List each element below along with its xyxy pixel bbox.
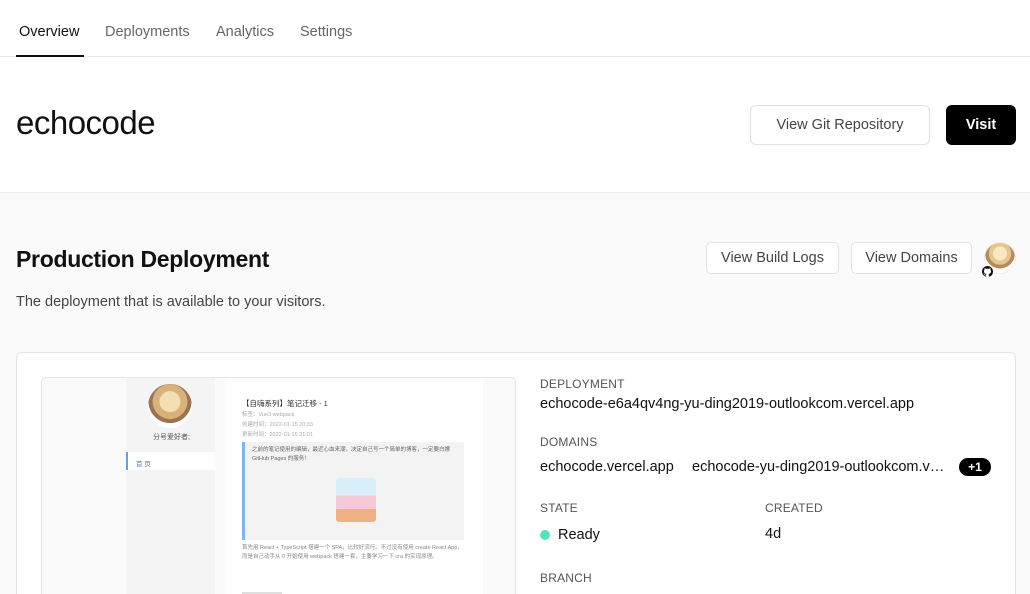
tab-deployments[interactable]: Deployments bbox=[105, 24, 190, 40]
deployment-preview[interactable]: 分号爱好者; 首 页 【自嗨系列】笔记迁移 - 1 标签：Vue3 webpac… bbox=[41, 377, 516, 594]
branch-label: BRANCH bbox=[540, 571, 592, 585]
created-label: CREATED bbox=[765, 501, 823, 515]
tab-overview[interactable]: Overview bbox=[19, 24, 79, 40]
domain-link-secondary[interactable]: echocode-yu-ding2019-outlookcom.vercel.a… bbox=[692, 459, 950, 475]
domains-label: DOMAINS bbox=[540, 435, 598, 449]
view-domains-button[interactable]: View Domains bbox=[851, 242, 972, 274]
preview-meta: 标签：Vue3 webpack bbox=[242, 412, 295, 418]
github-icon bbox=[981, 265, 994, 278]
preview-post-title: 【自嗨系列】笔记迁移 - 1 bbox=[242, 399, 328, 408]
preview-meta: 创建时间：2022-01-15 20:33 bbox=[242, 422, 313, 428]
tab-analytics[interactable]: Analytics bbox=[216, 24, 274, 40]
view-git-repository-button[interactable]: View Git Repository bbox=[750, 105, 930, 145]
preview-avatar bbox=[148, 384, 192, 428]
state-value: Ready bbox=[558, 527, 600, 543]
preview-nav-label: 首 页 bbox=[136, 461, 151, 468]
status-dot-icon bbox=[540, 530, 550, 540]
project-title: echocode bbox=[16, 104, 156, 141]
visit-button[interactable]: Visit bbox=[946, 105, 1016, 145]
top-navigation: Overview Deployments Analytics Settings bbox=[0, 0, 1030, 57]
preview-meta: 更新时间：2022-01-15 21:01 bbox=[242, 432, 313, 438]
preview-image bbox=[336, 478, 376, 522]
state-label: STATE bbox=[540, 501, 578, 515]
more-domains-badge[interactable]: +1 bbox=[959, 458, 991, 476]
deployment-label: DEPLOYMENT bbox=[540, 377, 625, 391]
section-title: Production Deployment bbox=[16, 246, 270, 272]
preview-profile-name: 分号爱好者; bbox=[153, 434, 190, 441]
deployment-url-link[interactable]: echocode-e6a4qv4ng-yu-ding2019-outlookco… bbox=[540, 396, 914, 412]
tab-settings[interactable]: Settings bbox=[300, 24, 352, 40]
preview-quote-text: 之前的笔记使用的编辑，最近心血来潮，决定自己写一个简单的博客，一定要白嫖 Git… bbox=[252, 447, 451, 462]
preview-body-text: 首先用 React + TypeScript 搭建一个 SPA，比较好流行。不过… bbox=[242, 545, 463, 560]
view-build-logs-button[interactable]: View Build Logs bbox=[706, 242, 839, 274]
domain-link-primary[interactable]: echocode.vercel.app bbox=[540, 459, 674, 475]
section-description: The deployment that is available to your… bbox=[16, 294, 326, 310]
created-value: 4d bbox=[765, 526, 782, 542]
